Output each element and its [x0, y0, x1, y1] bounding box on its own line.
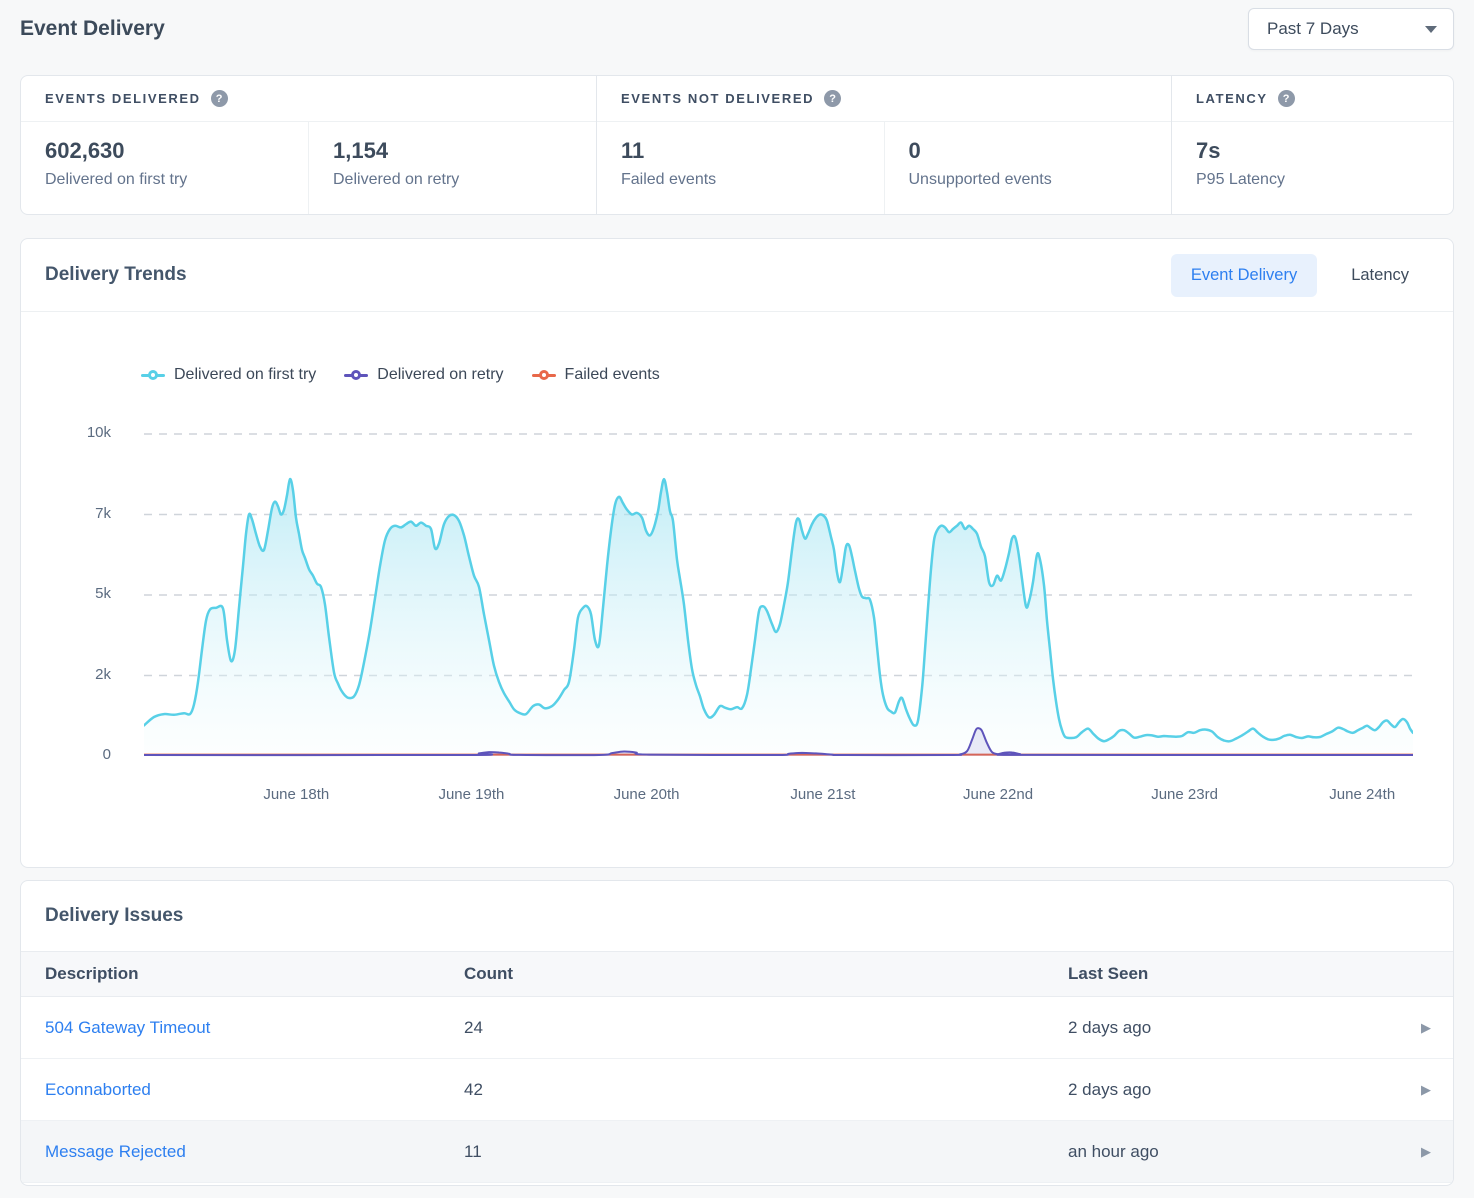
stat-label: Failed events	[621, 171, 860, 189]
stat-group-title: EVENTS NOT DELIVERED	[621, 91, 814, 106]
issue-link[interactable]: Econnaborted	[45, 1080, 464, 1100]
issue-last-seen: an hour ago	[1068, 1142, 1409, 1162]
issue-count: 24	[464, 1018, 1068, 1038]
y-axis-tick: 5k	[49, 585, 111, 602]
help-icon[interactable]: ?	[1278, 90, 1295, 107]
stat-label: Delivered on retry	[333, 171, 572, 189]
stat-group-title: EVENTS DELIVERED	[45, 91, 201, 106]
stat-cell: 0 Unsupported events	[884, 122, 1172, 214]
stat-cell: 602,630 Delivered on first try	[21, 122, 308, 214]
column-header-count: Count	[464, 964, 1068, 984]
stat-group-latency: LATENCY ? 7s P95 Latency	[1171, 76, 1453, 214]
y-axis-tick: 2k	[49, 666, 111, 683]
delivery-issues-card: Delivery Issues Description Count Last S…	[20, 880, 1454, 1186]
time-range-value: Past 7 Days	[1267, 19, 1359, 39]
tab-latency[interactable]: Latency	[1331, 254, 1429, 297]
chevron-right-icon[interactable]: ▶	[1421, 1020, 1453, 1036]
legend-marker-icon	[141, 370, 165, 380]
x-axis-tick: June 24th	[1297, 786, 1427, 803]
stat-label: Unsupported events	[909, 171, 1148, 189]
y-axis-tick: 0	[49, 746, 111, 763]
trends-tabs: Event Delivery Latency	[1171, 254, 1429, 297]
help-icon[interactable]: ?	[211, 90, 228, 107]
event-delivery-page: Event Delivery Past 7 Days EVENTS DELIVE…	[0, 0, 1474, 1198]
stat-cell: 7s P95 Latency	[1172, 122, 1453, 214]
page-title: Event Delivery	[20, 17, 165, 41]
y-axis-tick: 10k	[49, 424, 111, 441]
column-header-description: Description	[45, 964, 464, 984]
issue-link[interactable]: 504 Gateway Timeout	[45, 1018, 464, 1038]
stat-value: 11	[621, 138, 860, 164]
issues-table-header: Description Count Last Seen	[21, 951, 1453, 997]
help-icon[interactable]: ?	[824, 90, 841, 107]
legend-marker-icon	[344, 370, 368, 380]
stats-card: EVENTS DELIVERED ? 602,630 Delivered on …	[20, 75, 1454, 215]
stat-value: 1,154	[333, 138, 572, 164]
x-axis-tick: June 23rd	[1120, 786, 1250, 803]
table-row[interactable]: 504 Gateway Timeout 24 2 days ago ▶	[21, 997, 1453, 1059]
stat-cell: 11 Failed events	[597, 122, 884, 214]
issues-title: Delivery Issues	[45, 905, 183, 927]
legend-item-first-try[interactable]: Delivered on first try	[141, 366, 316, 384]
chevron-right-icon[interactable]: ▶	[1421, 1082, 1453, 1098]
issue-last-seen: 2 days ago	[1068, 1080, 1409, 1100]
delivery-trends-card: Delivery Trends Event Delivery Latency D…	[20, 238, 1454, 868]
stat-group-title: LATENCY	[1196, 91, 1268, 106]
legend-label: Failed events	[565, 366, 660, 384]
chevron-right-icon[interactable]: ▶	[1421, 1144, 1453, 1160]
x-axis-tick: June 21st	[758, 786, 888, 803]
stat-cell: 1,154 Delivered on retry	[308, 122, 596, 214]
x-axis-tick: June 18th	[231, 786, 361, 803]
chevron-down-icon	[1425, 26, 1437, 33]
tab-event-delivery[interactable]: Event Delivery	[1171, 254, 1317, 297]
stat-value: 7s	[1196, 138, 1429, 164]
time-range-select[interactable]: Past 7 Days	[1248, 8, 1454, 50]
trends-chart	[144, 429, 1413, 764]
column-header-last-seen: Last Seen	[1068, 964, 1409, 984]
trends-title: Delivery Trends	[45, 264, 187, 286]
x-axis-tick: June 22nd	[933, 786, 1063, 803]
table-row[interactable]: Message Rejected 11 an hour ago ▶	[21, 1121, 1453, 1183]
x-axis-tick: June 19th	[406, 786, 536, 803]
x-axis-tick: June 20th	[582, 786, 712, 803]
stat-group-events-not-delivered: EVENTS NOT DELIVERED ? 11 Failed events …	[596, 76, 1171, 214]
stat-label: P95 Latency	[1196, 171, 1429, 189]
issue-count: 42	[464, 1080, 1068, 1100]
issue-count: 11	[464, 1142, 1068, 1162]
legend-item-retry[interactable]: Delivered on retry	[344, 366, 503, 384]
chart-legend: Delivered on first try Delivered on retr…	[141, 366, 660, 384]
stat-value: 602,630	[45, 138, 284, 164]
table-row[interactable]: Econnaborted 42 2 days ago ▶	[21, 1059, 1453, 1121]
stat-label: Delivered on first try	[45, 171, 284, 189]
y-axis-tick: 7k	[49, 505, 111, 522]
legend-label: Delivered on retry	[377, 366, 503, 384]
page-header: Event Delivery Past 7 Days	[20, 0, 1454, 58]
legend-marker-icon	[532, 370, 556, 380]
chart-plot-area[interactable]	[144, 429, 1413, 764]
issue-last-seen: 2 days ago	[1068, 1018, 1409, 1038]
stat-group-events-delivered: EVENTS DELIVERED ? 602,630 Delivered on …	[21, 76, 596, 214]
legend-item-failed[interactable]: Failed events	[532, 366, 660, 384]
stat-value: 0	[909, 138, 1148, 164]
issue-link[interactable]: Message Rejected	[45, 1142, 464, 1162]
legend-label: Delivered on first try	[174, 366, 316, 384]
